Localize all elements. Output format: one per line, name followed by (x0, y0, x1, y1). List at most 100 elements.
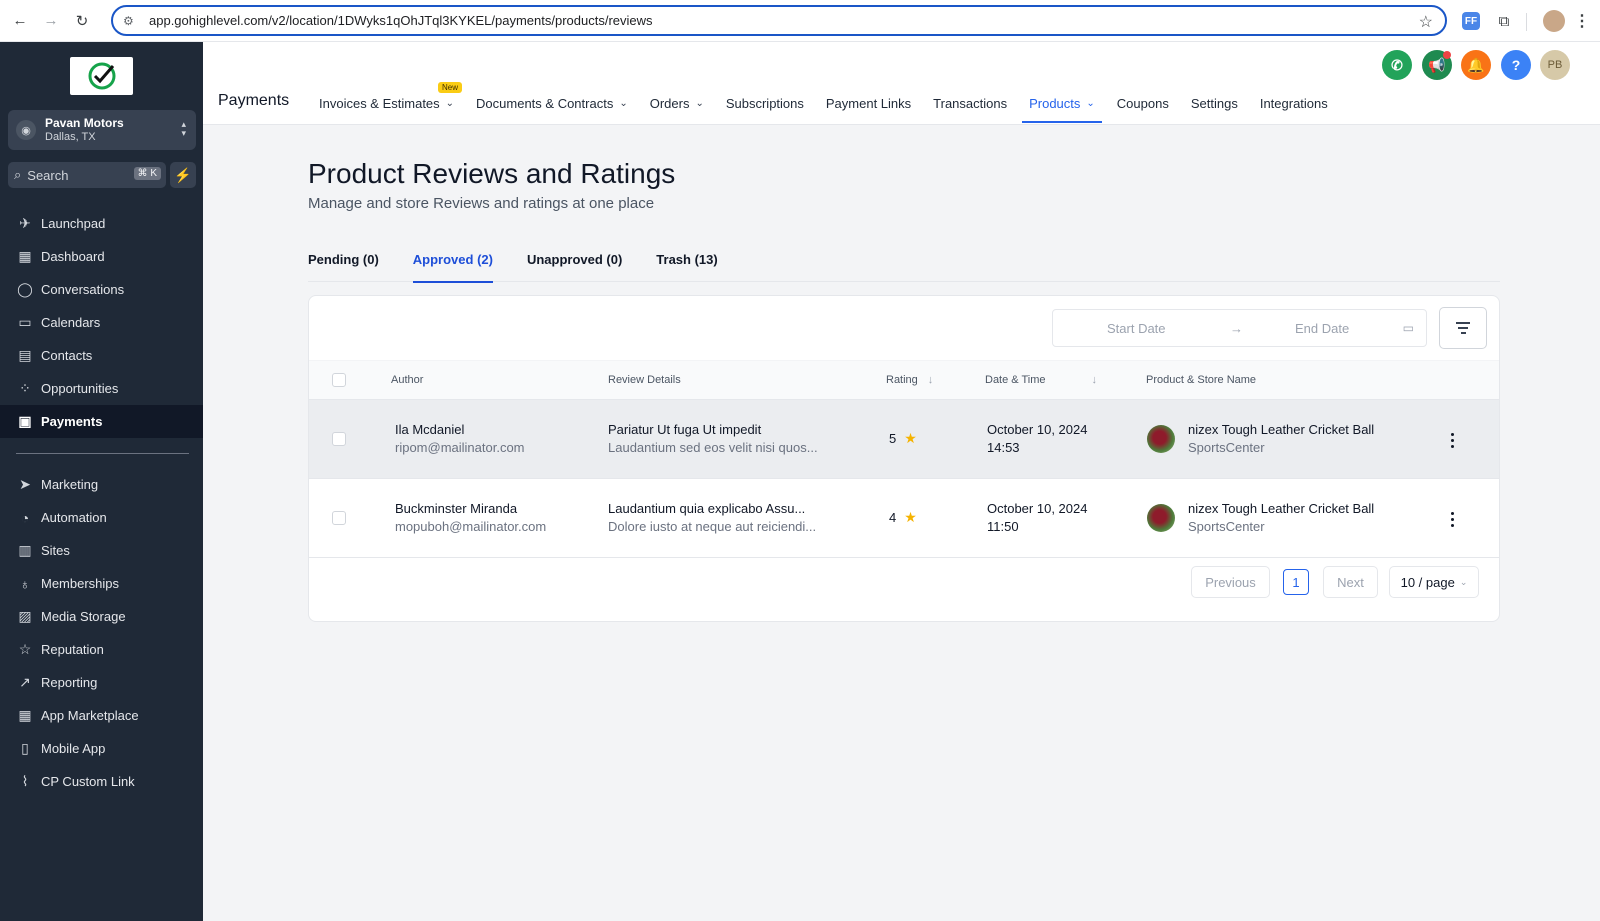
next-button[interactable]: Next (1323, 566, 1378, 598)
tab-unapproved[interactable]: Unapproved (0) (527, 252, 622, 282)
bell-icon[interactable]: 🔔 (1461, 50, 1491, 80)
table-row[interactable]: Ila Mcdaniel ripom@mailinator.com Pariat… (309, 400, 1499, 479)
tab-documents-contracts[interactable]: Documents & Contracts ⌄ (476, 94, 628, 112)
sidebar-item-app-marketplace[interactable]: ▦ App Marketplace (0, 699, 203, 732)
page-size-select[interactable]: 10 / page ⌄ (1389, 566, 1479, 598)
search-icon: ⌕ (14, 167, 22, 182)
mobile-icon: ▯ (21, 740, 29, 756)
user-avatar[interactable]: PB (1540, 50, 1570, 80)
tab-orders[interactable]: Orders ⌄ (650, 94, 704, 112)
sort-icon[interactable]: ↓ (928, 374, 934, 386)
browser-menu-icon[interactable]: ⋮ (1572, 11, 1592, 31)
tab-trash[interactable]: Trash (13) (656, 252, 717, 282)
sidebar-item-mobile-app[interactable]: ▯ Mobile App (0, 732, 203, 765)
phone-icon[interactable]: ✆ (1382, 50, 1412, 80)
review-title[interactable]: Laudantium quia explicabo Assu... (608, 500, 816, 518)
megaphone-icon[interactable]: 📢 (1422, 50, 1452, 80)
tab-transactions[interactable]: Transactions (933, 94, 1007, 112)
previous-button[interactable]: Previous (1191, 566, 1270, 598)
rocket-icon: ✈ (19, 215, 31, 231)
row-checkbox[interactable] (332, 511, 346, 525)
sidebar-item-label: Launchpad (41, 216, 106, 231)
tab-approved[interactable]: Approved (2) (412, 252, 494, 283)
filter-button[interactable] (1439, 307, 1487, 349)
sidebar-item-marketing[interactable]: ➤ Marketing (0, 468, 203, 501)
site-settings-icon[interactable]: ⚙ (123, 14, 137, 28)
sidebar-item-memberships[interactable]: ♁ Memberships (0, 567, 203, 600)
account-switcher[interactable]: ◉ Pavan Motors Dallas, TX ▴ ▾ (8, 110, 196, 150)
column-date-time[interactable]: Date & Time ↓ (985, 374, 1097, 386)
author-name: Ila Mcdaniel (395, 422, 465, 437)
sidebar-item-launchpad[interactable]: ✈ Launchpad (0, 207, 203, 240)
column-product-store[interactable]: Product & Store Name (1146, 374, 1256, 386)
column-author[interactable]: Author (391, 374, 423, 386)
chevron-down-icon: ⌄ (695, 97, 704, 109)
sidebar-item-cp-custom-link[interactable]: ⌇ CP Custom Link (0, 765, 203, 798)
sidebar-item-opportunities[interactable]: ⁘ Opportunities (0, 372, 203, 405)
grid-icon: ▦ (18, 248, 32, 264)
sidebar-item-payments[interactable]: ▣ Payments (0, 405, 203, 438)
sidebar-item-dashboard[interactable]: ▦ Dashboard (0, 240, 203, 273)
more-options-icon[interactable] (1446, 431, 1458, 449)
sidebar-item-calendars[interactable]: ▭ Calendars (0, 306, 203, 339)
address-bar[interactable]: ⚙ app.gohighlevel.com/v2/location/1DWyks… (111, 5, 1447, 36)
sidebar-item-label: Mobile App (41, 741, 106, 756)
tab-payment-links[interactable]: Payment Links (826, 94, 911, 112)
sidebar-item-reporting[interactable]: ↗ Reporting (0, 666, 203, 699)
date-range-picker[interactable]: Start Date → End Date ▭ (1052, 309, 1427, 347)
bookmark-star-icon[interactable]: ☆ (1419, 12, 1433, 32)
sidebar-item-conversations[interactable]: ◯ Conversations (0, 273, 203, 306)
author-email: ripom@mailinator.com (395, 440, 525, 455)
top-nav-tabs: Invoices & Estimates ⌄ New Documents & C… (319, 82, 1350, 123)
notification-dot (1443, 51, 1451, 59)
sidebar-item-media-storage[interactable]: ▨ Media Storage (0, 600, 203, 633)
table-header: Author Review Details Rating ↓ Date & Tim… (309, 360, 1499, 400)
search-input[interactable]: ⌕ Search ⌘ K (8, 162, 166, 188)
top-header: Payments Invoices & Estimates ⌄ New Docu… (203, 42, 1600, 125)
quick-action-bolt-icon[interactable]: ⚡ (170, 162, 196, 188)
reload-icon[interactable]: ↻ (71, 10, 93, 32)
select-all-checkbox[interactable] (332, 373, 346, 387)
membership-icon: ♁ (19, 575, 31, 592)
sort-icon[interactable]: ↓ (1092, 374, 1098, 386)
tab-products[interactable]: Products ⌄ (1022, 94, 1102, 123)
tab-subscriptions[interactable]: Subscriptions (726, 94, 804, 112)
tab-invoices-estimates[interactable]: Invoices & Estimates ⌄ New (319, 82, 463, 112)
payments-icon: ▣ (18, 413, 32, 429)
column-review-details[interactable]: Review Details (608, 374, 681, 386)
apps-icon: ▦ (18, 707, 32, 723)
sidebar-item-automation[interactable]: ◔ Automation (0, 501, 203, 534)
sidebar-item-contacts[interactable]: ▤ Contacts (0, 339, 203, 372)
browser-profile-avatar[interactable] (1543, 10, 1565, 32)
sidebar-item-label: Contacts (41, 348, 93, 363)
back-icon[interactable]: ← (9, 10, 31, 32)
table-row[interactable]: Buckminster Miranda mopuboh@mailinator.c… (309, 479, 1499, 558)
review-title[interactable]: Pariatur Ut fuga Ut impedit (608, 421, 818, 439)
forward-icon[interactable]: → (40, 10, 62, 32)
reviews-card: Start Date → End Date ▭ Author Review De… (308, 295, 1500, 622)
sidebar-item-sites[interactable]: ▥ Sites (0, 534, 203, 567)
help-icon[interactable]: ? (1501, 50, 1531, 80)
tab-pending[interactable]: Pending (0) (308, 252, 379, 282)
company-logo[interactable] (70, 57, 133, 95)
tab-coupons[interactable]: Coupons (1117, 94, 1169, 112)
extension-icon[interactable]: FF (1462, 12, 1480, 30)
end-date-input[interactable]: End Date (1295, 321, 1349, 336)
tab-label: Products (1029, 95, 1081, 111)
sidebar-nav: ✈ Launchpad ▦ Dashboard ◯ Conversations ▭ Ca… (0, 207, 203, 798)
tab-label: Documents & Contracts (476, 95, 614, 111)
extensions-puzzle-icon[interactable]: ⧉ (1494, 11, 1514, 31)
row-checkbox[interactable] (332, 432, 346, 446)
sidebar-item-label: Memberships (41, 576, 120, 591)
more-options-icon[interactable] (1446, 510, 1458, 528)
tab-integrations[interactable]: Integrations (1260, 94, 1328, 112)
sidebar-item-label: Marketing (41, 477, 99, 492)
sidebar-item-label: Media Storage (41, 609, 126, 624)
product-name[interactable]: nizex Tough Leather Cricket Ball (1188, 421, 1374, 439)
product-name[interactable]: nizex Tough Leather Cricket Ball (1188, 500, 1374, 518)
start-date-input[interactable]: Start Date (1107, 321, 1166, 336)
sidebar-item-reputation[interactable]: ☆ Reputation (0, 633, 203, 666)
page-number-button[interactable]: 1 (1283, 569, 1309, 595)
column-rating[interactable]: Rating ↓ (886, 374, 933, 386)
tab-settings[interactable]: Settings (1191, 94, 1238, 112)
